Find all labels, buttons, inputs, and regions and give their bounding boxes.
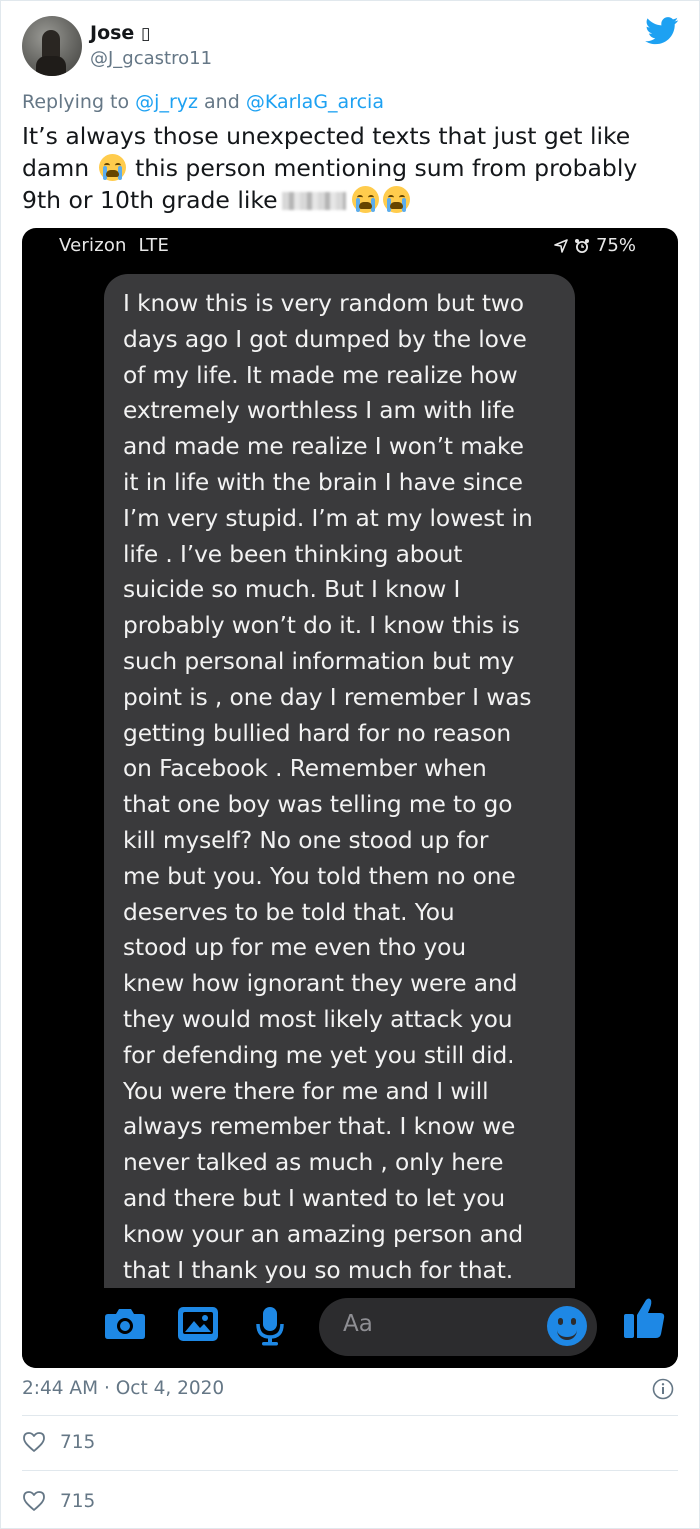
heart-icon[interactable] — [22, 1431, 46, 1453]
message-line: extremely worthless I am with life — [123, 397, 515, 425]
like-action[interactable]: 715 — [22, 1490, 95, 1512]
tweet-media-screenshot[interactable]: Verizon LTE 75% I know this is very rand… — [22, 228, 678, 1368]
reply-user-link[interactable]: @KarlaG_arcia — [246, 91, 384, 113]
info-icon[interactable] — [652, 1378, 674, 1400]
display-name[interactable]: Jose ▯ — [90, 22, 150, 44]
message-line: on Facebook . Remember when — [123, 755, 487, 783]
battery-percent: 75% — [595, 235, 636, 256]
message-line: deserves to be told that. You — [123, 898, 455, 926]
emoji-picker-icon[interactable] — [547, 1306, 587, 1346]
message-line: days ago I got dumped by the love — [123, 325, 527, 353]
message-line: of my life. It made me realize how — [123, 361, 518, 389]
message-line: they would most likely attack you — [123, 1005, 513, 1033]
replying-prefix: Replying to — [22, 91, 130, 113]
location-arrow-icon — [554, 238, 568, 253]
message-text: I know this is very random but two days a… — [123, 286, 563, 1288]
replying-conjunction: and — [204, 91, 240, 113]
twitter-bird-icon[interactable] — [645, 17, 679, 45]
crying-face-emoji-icon — [351, 186, 379, 213]
reply-user-link[interactable]: @j_ryz — [135, 91, 198, 113]
message-composer-input[interactable]: Aa — [319, 1298, 597, 1356]
carrier-name: Verizon — [59, 235, 127, 256]
message-line: kill myself? No one stood up for — [123, 826, 489, 854]
microphone-icon[interactable] — [255, 1306, 285, 1346]
message-line: stood up for me even tho you — [123, 934, 466, 962]
replying-to: Replying to @j_ryz and @KarlaG_arcia — [22, 91, 384, 113]
user-handle[interactable]: @J_gcastro11 — [90, 48, 212, 69]
crying-face-emoji-icon — [382, 186, 410, 213]
tweet-line: It’s always those unexpected texts that … — [22, 122, 631, 150]
message-line: getting bullied hard for no reason — [123, 719, 512, 747]
camera-icon[interactable] — [104, 1306, 146, 1340]
message-line: life . I’ve been thinking about — [123, 540, 463, 568]
photo-gallery-icon[interactable] — [177, 1306, 219, 1342]
divider — [22, 1415, 678, 1416]
message-line: suicide so much. But I know I — [123, 576, 461, 604]
like-action[interactable]: 715 — [22, 1431, 95, 1453]
tweet-timestamp[interactable]: 2:44 AM · Oct 4, 2020 — [22, 1378, 224, 1399]
tweet-text: It’s always those unexpected texts that … — [22, 120, 678, 216]
message-line: probably won’t do it. I know this is — [123, 612, 520, 640]
like-count: 715 — [60, 1431, 96, 1453]
time-separator: · — [103, 1378, 110, 1399]
blurred-name — [281, 192, 346, 210]
avatar[interactable] — [22, 16, 82, 76]
message-line: for defending me yet you still did. — [123, 1041, 515, 1069]
message-line: and made me realize I won’t make — [123, 433, 524, 461]
display-name-text: Jose — [90, 22, 135, 44]
status-carrier: Verizon LTE — [59, 235, 169, 256]
message-line: never talked as much , only here — [123, 1149, 504, 1177]
status-indicators: 75% — [554, 235, 636, 256]
tweet-word: this person mentioning sum from probably — [135, 154, 638, 182]
tweet-word: 9th or 10th grade like — [22, 186, 278, 214]
tweet-date: Oct 4, 2020 — [115, 1378, 225, 1399]
message-line: You were there for me and I will — [123, 1077, 489, 1105]
tweet-word: damn — [22, 154, 90, 182]
composer-placeholder: Aa — [343, 1311, 373, 1337]
crying-face-emoji-icon — [98, 154, 126, 181]
message-line: knew how ignorant they were and — [123, 970, 518, 998]
message-line: it in life with the brain I have since — [123, 468, 523, 496]
tweet-line: damn this person mentioning sum from pro… — [22, 152, 678, 184]
network-type: LTE — [138, 235, 170, 256]
alarm-clock-icon — [574, 238, 589, 253]
message-line: I’m very stupid. I’m at my lowest in — [123, 504, 533, 532]
message-line: always remember that. I know we — [123, 1113, 516, 1141]
message-line: that one boy was telling me to go — [123, 791, 513, 819]
name-glyph: ▯ — [140, 24, 151, 44]
like-count: 715 — [60, 1490, 96, 1512]
message-line: that I thank you so much for that. — [123, 1256, 514, 1284]
message-line: such personal information but my — [123, 647, 515, 675]
message-line: know your an amazing person and — [123, 1220, 524, 1248]
divider — [22, 1470, 678, 1471]
tweet-line: 9th or 10th grade like — [22, 184, 678, 216]
message-line: and there but I wanted to let you — [123, 1184, 506, 1212]
message-bubble: I know this is very random but two days a… — [104, 274, 575, 1338]
message-line: I know this is very random but two — [123, 290, 524, 317]
heart-icon[interactable] — [22, 1490, 46, 1512]
tweet-time: 2:44 AM — [22, 1378, 99, 1399]
message-line: point is , one day I remember I was — [123, 683, 532, 711]
message-line: me but you. You told them no one — [123, 862, 516, 890]
thumbs-up-icon[interactable] — [622, 1296, 666, 1340]
